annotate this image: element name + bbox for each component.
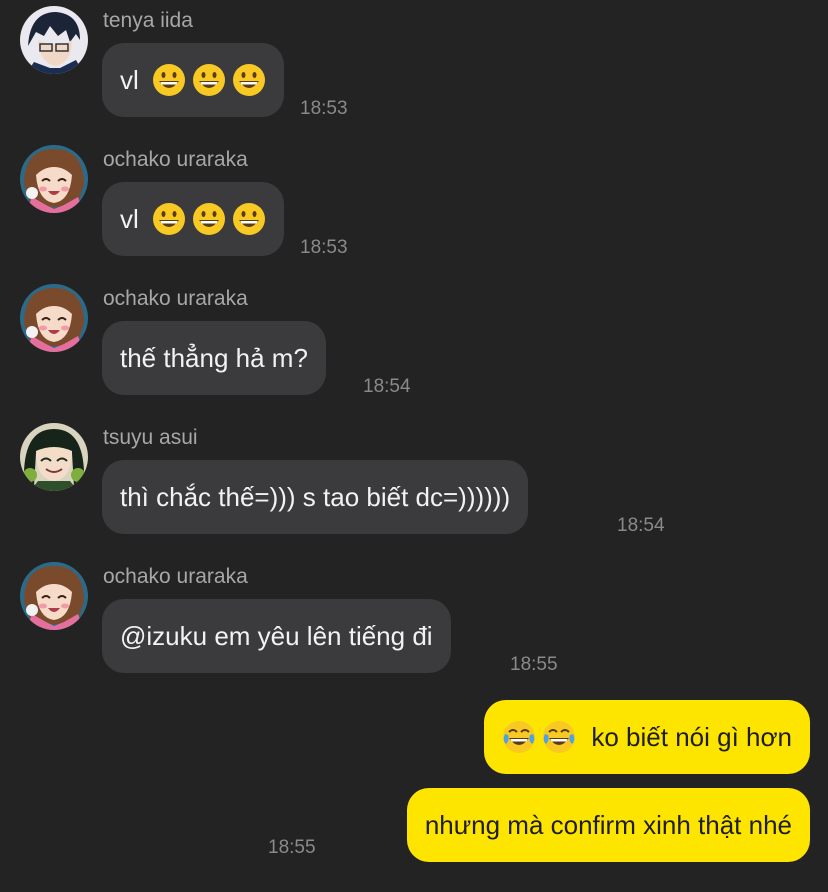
tenya-avatar[interactable] bbox=[20, 6, 88, 74]
grinning-face-icon bbox=[152, 202, 186, 236]
message-text: thì chắc thế=))) s tao biết dc=)))))) bbox=[120, 482, 511, 512]
own-message-text: nhưng mà confirm xinh thật nhé bbox=[424, 810, 792, 840]
sender-name: ochako uraraka bbox=[103, 148, 248, 171]
grinning-face-icon bbox=[192, 202, 226, 236]
sender-name: tsuyu asui bbox=[103, 426, 198, 449]
message-time: 18:55 bbox=[510, 654, 558, 675]
sender-name: tenya iida bbox=[103, 9, 193, 32]
grinning-face-icon bbox=[232, 202, 266, 236]
sender-name: ochako uraraka bbox=[103, 565, 248, 588]
message-bubble[interactable]: @izuku em yêu lên tiếng đi bbox=[102, 599, 451, 673]
message-text: @izuku em yêu lên tiếng đi bbox=[120, 621, 433, 651]
own-message-bubble[interactable]: nhưng mà confirm xinh thật nhé bbox=[406, 788, 810, 862]
tears-of-joy-face-icon bbox=[502, 720, 536, 754]
message-bubble[interactable]: thế thẳng hả m? bbox=[102, 321, 326, 395]
message-time: 18:55 bbox=[268, 837, 316, 858]
ochako-avatar[interactable] bbox=[20, 562, 88, 630]
ochako-avatar[interactable] bbox=[20, 284, 88, 352]
message-bubble[interactable]: thì chắc thế=))) s tao biết dc=)))))) bbox=[102, 460, 529, 534]
message-time: 18:53 bbox=[300, 237, 348, 258]
own-message-bubble[interactable]: ko biết nói gì hơn bbox=[484, 700, 810, 774]
ochako-avatar[interactable] bbox=[20, 145, 88, 213]
message-bubble[interactable]: vl bbox=[102, 182, 285, 256]
grinning-face-icon bbox=[192, 63, 226, 97]
message-text: thế thẳng hả m? bbox=[120, 343, 308, 373]
grinning-face-icon bbox=[152, 63, 186, 97]
tears-of-joy-face-icon bbox=[542, 720, 576, 754]
own-message-text: ko biết nói gì hơn bbox=[591, 722, 792, 752]
tsuyu-avatar[interactable] bbox=[20, 423, 88, 491]
message-bubble[interactable]: vl bbox=[102, 43, 285, 117]
sender-name: ochako uraraka bbox=[103, 287, 248, 310]
message-time: 18:54 bbox=[617, 515, 665, 536]
grinning-face-icon bbox=[232, 63, 266, 97]
message-time: 18:54 bbox=[363, 376, 411, 397]
message-time: 18:53 bbox=[300, 98, 348, 119]
message-text: vl bbox=[120, 65, 139, 95]
message-text: vl bbox=[120, 204, 139, 234]
